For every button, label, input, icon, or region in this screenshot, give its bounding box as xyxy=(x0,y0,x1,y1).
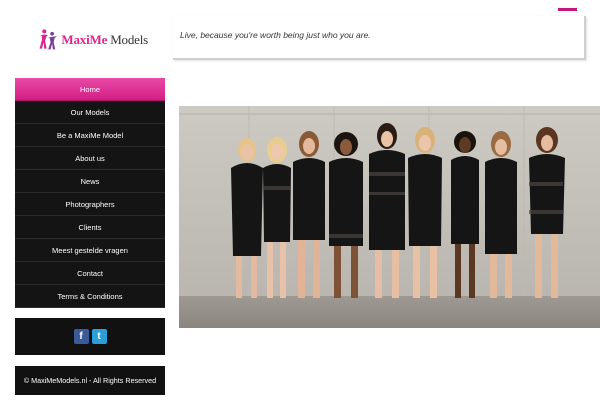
nav-item-be-a-maxime-model[interactable]: Be a MaxiMe Model xyxy=(15,124,165,147)
nav-item-our-models[interactable]: Our Models xyxy=(15,101,165,124)
copyright-footer: © MaxiMeModels.nl - All Rights Reserved xyxy=(15,366,165,395)
nav-item-about-us[interactable]: About us xyxy=(15,147,165,170)
nav-item-clients[interactable]: Clients xyxy=(15,216,165,239)
nav-item-faq[interactable]: Meest gestelde vragen xyxy=(15,239,165,262)
nav-item-home[interactable]: Home xyxy=(15,78,165,101)
nav-item-terms[interactable]: Terms & Conditions xyxy=(15,285,165,308)
twitter-icon[interactable]: t xyxy=(91,329,107,344)
nav-item-news[interactable]: News xyxy=(15,170,165,193)
facebook-icon[interactable]: f xyxy=(73,329,89,344)
nav-item-contact[interactable]: Contact xyxy=(15,262,165,285)
menu-accent-bar[interactable] xyxy=(558,8,577,11)
logo-wordmark: MaxiMe Models xyxy=(61,32,148,47)
models-group-photo xyxy=(179,106,600,328)
page: MaxiMe Models Live, because you're worth… xyxy=(0,0,600,400)
site-logo[interactable]: MaxiMe Models xyxy=(38,24,148,56)
logo-figures-icon xyxy=(39,29,57,50)
nav-item-photographers[interactable]: Photographers xyxy=(15,193,165,216)
main-navigation: Home Our Models Be a MaxiMe Model About … xyxy=(15,78,165,308)
social-links: f t xyxy=(15,318,165,355)
tagline-box: Live, because you're worth being just wh… xyxy=(173,16,586,60)
tagline-text: Live, because you're worth being just wh… xyxy=(180,30,371,40)
hero-image xyxy=(179,106,600,328)
